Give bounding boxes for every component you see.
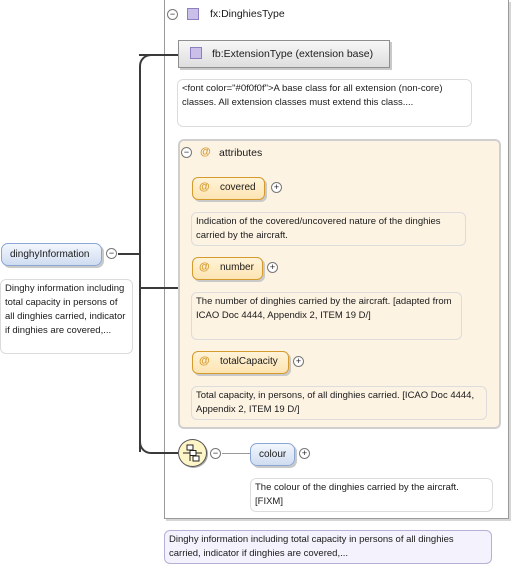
type-collapse-toggle[interactable]: − xyxy=(167,9,178,20)
element-name: colour xyxy=(259,449,287,460)
attributes-collapse-toggle[interactable]: − xyxy=(181,147,192,158)
attributes-header: attributes xyxy=(219,147,263,159)
number-expand-toggle[interactable]: + xyxy=(267,262,278,273)
connector-to-attributes xyxy=(139,287,178,289)
covered-expand-toggle[interactable]: + xyxy=(271,182,282,193)
number-doc: The number of dinghies carried by the ai… xyxy=(191,292,462,340)
colour-doc: The colour of the dinghies carried by th… xyxy=(250,478,493,512)
type-documentation: Dinghy information including total capac… xyxy=(164,530,492,564)
sequence-collapse-toggle[interactable]: − xyxy=(210,448,221,459)
attribute-name: covered xyxy=(220,182,256,193)
type-icon xyxy=(187,8,199,20)
attribute-totalcapacity[interactable]: @ totalCapacity xyxy=(192,351,289,374)
totalcapacity-expand-toggle[interactable]: + xyxy=(293,356,304,367)
connector-curve-top xyxy=(139,54,153,68)
at-icon: @ xyxy=(199,261,210,273)
connector-trunk-vertical xyxy=(139,66,141,452)
root-collapse-toggle[interactable]: − xyxy=(106,248,117,259)
attribute-number[interactable]: @ number xyxy=(192,257,263,280)
root-element-doc: Dinghy information including total capac… xyxy=(0,279,133,354)
type-title: fx:DinghiesType xyxy=(210,8,285,20)
covered-doc: Indication of the covered/uncovered natu… xyxy=(191,212,466,246)
extension-base-label: fb:ExtensionType (extension base) xyxy=(212,48,374,60)
attribute-name: number xyxy=(220,262,254,273)
colour-expand-toggle[interactable]: + xyxy=(299,448,310,459)
at-icon: @ xyxy=(199,355,210,367)
attributes-at-icon: @ xyxy=(200,146,211,158)
attribute-covered[interactable]: @ covered xyxy=(192,177,265,200)
element-name: dinghyInformation xyxy=(10,249,90,260)
attribute-name: totalCapacity xyxy=(220,356,278,367)
connector-root-to-trunk xyxy=(118,253,140,255)
extension-type-icon xyxy=(190,47,202,59)
extension-doc: <font color="#0f0f0f">A base class for a… xyxy=(177,79,472,127)
at-icon: @ xyxy=(199,181,210,193)
connector-sequence-to-colour xyxy=(222,453,250,454)
root-element-dinghyinformation[interactable]: dinghyInformation xyxy=(1,243,102,266)
sequence-compositor-icon[interactable] xyxy=(178,439,207,467)
totalcapacity-doc: Total capacity, in persons, of all dingh… xyxy=(191,386,487,420)
connector-to-sequence xyxy=(151,452,178,454)
element-colour[interactable]: colour xyxy=(250,443,295,466)
